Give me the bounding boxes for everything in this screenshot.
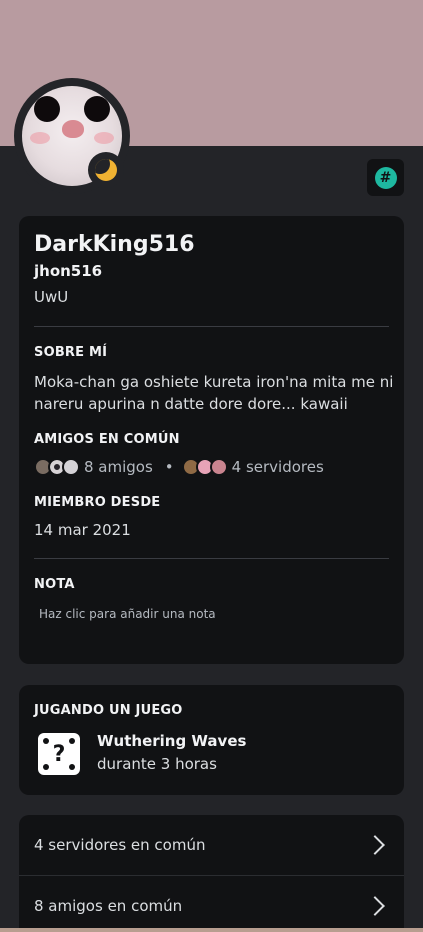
- divider: [34, 558, 389, 559]
- mutual-servers-label: 4 servidores en común: [34, 836, 206, 854]
- mutual-servers-link[interactable]: 4 servidores: [232, 458, 324, 476]
- mutual-list-card: 4 servidores en común 8 amigos en común: [19, 815, 404, 932]
- mutual-servers-row[interactable]: 4 servidores en común: [19, 815, 404, 875]
- activity-card: JUGANDO UN JUEGO ? Wuthering Waves duran…: [19, 685, 404, 795]
- game-duration: durante 3 horas: [97, 755, 217, 773]
- bottom-strip: [0, 928, 423, 932]
- status-indicator: [88, 152, 124, 188]
- profile-card: DarkKing516 jhon516 UwU SOBRE MÍ Moka-ch…: [19, 216, 404, 664]
- separator-dot: •: [164, 458, 174, 476]
- about-title: SOBRE MÍ: [34, 345, 108, 360]
- chevron-right-icon: [365, 835, 385, 855]
- mutual-friends-label: 8 amigos en común: [34, 897, 183, 915]
- hashtag-icon: #: [374, 166, 397, 189]
- game-name: Wuthering Waves: [97, 732, 247, 750]
- mutual-row: 8 amigos • 4 servidores: [34, 456, 324, 478]
- dice-icon: ?: [38, 733, 80, 775]
- mutual-friends-link[interactable]: 8 amigos: [84, 458, 153, 476]
- activity-title: JUGANDO UN JUEGO: [34, 703, 183, 718]
- member-since-date: 14 mar 2021: [34, 521, 131, 539]
- divider: [34, 326, 389, 327]
- username: jhon516: [34, 262, 103, 280]
- display-name: DarkKing516: [34, 232, 195, 257]
- note-input[interactable]: Haz clic para añadir una nota: [39, 607, 216, 621]
- mutual-title: AMIGOS EN COMÚN: [34, 432, 180, 447]
- mutual-friends-row[interactable]: 8 amigos en común: [19, 876, 404, 932]
- moon-icon: [95, 159, 117, 181]
- pronouns: UwU: [34, 288, 69, 306]
- note-title: NOTA: [34, 577, 75, 592]
- about-text: Moka-chan ga oshiete kureta iron'na mita…: [34, 373, 394, 413]
- server-icon: [209, 458, 228, 476]
- chevron-right-icon: [365, 896, 385, 916]
- friend-avatar: [62, 458, 80, 476]
- badge-button[interactable]: #: [367, 159, 404, 196]
- member-since-title: MIEMBRO DESDE: [34, 495, 161, 510]
